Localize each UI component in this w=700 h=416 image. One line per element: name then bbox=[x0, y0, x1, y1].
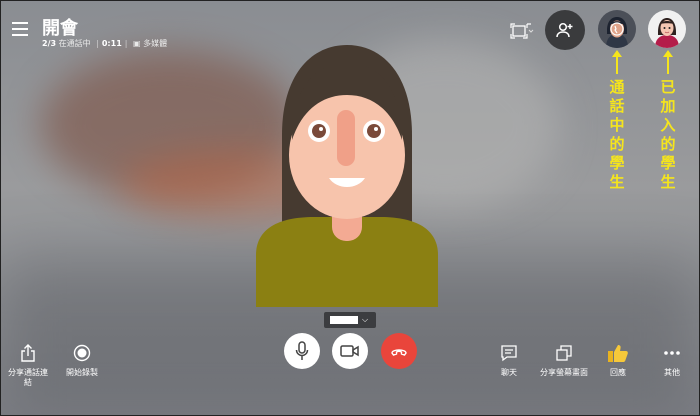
start-recording-label: 開始錄製 bbox=[66, 368, 98, 377]
add-person-icon bbox=[556, 22, 573, 38]
hamburger-menu-icon[interactable] bbox=[12, 22, 28, 36]
thumbs-up-icon bbox=[600, 344, 636, 362]
share-icon bbox=[6, 344, 50, 362]
layout-switch-icon[interactable] bbox=[510, 22, 534, 40]
chevron-down-icon: ⌵ bbox=[362, 315, 369, 324]
hang-up-button[interactable] bbox=[381, 333, 417, 369]
participant-count: 2/3 bbox=[42, 39, 57, 48]
react-button[interactable]: 回應 bbox=[600, 344, 636, 378]
chat-button[interactable]: 聊天 bbox=[492, 344, 526, 378]
annotation-arrow bbox=[663, 50, 673, 74]
meeting-title: 開會 bbox=[42, 18, 78, 39]
more-options-button[interactable]: 其他 bbox=[656, 344, 688, 378]
in-call-student-avatar[interactable] bbox=[598, 10, 636, 48]
joined-student-avatar[interactable] bbox=[648, 10, 686, 48]
share-link-label: 分享通話連結 bbox=[8, 368, 48, 387]
share-screen-label: 分享螢幕畫面 bbox=[540, 368, 588, 377]
video-call-stage: 開會 2/3 在通話中 |0:11| ▣ 多媒體 通話中的學生 已加入的學生 bbox=[0, 0, 700, 416]
add-participant-button[interactable] bbox=[545, 10, 585, 50]
call-duration: 0:11 bbox=[101, 39, 122, 48]
end-call-icon bbox=[391, 349, 407, 356]
react-label: 回應 bbox=[610, 368, 626, 377]
joined-annotation: 已加入的學生 bbox=[660, 78, 676, 191]
more-label: 其他 bbox=[664, 368, 680, 377]
share-screen-button[interactable]: 分享螢幕畫面 bbox=[540, 344, 588, 378]
speaker-avatar bbox=[256, 45, 438, 307]
record-icon bbox=[62, 344, 102, 362]
call-status: 2/3 在通話中 | 0:11 | ▣ 多媒體 bbox=[42, 39, 168, 48]
annotation-arrow bbox=[612, 50, 622, 74]
chat-icon bbox=[492, 344, 526, 362]
media-icon: ▣ bbox=[133, 39, 141, 48]
screen-share-icon bbox=[540, 344, 588, 362]
in-call-annotation: 通話中的學生 bbox=[609, 78, 625, 191]
chat-label: 聊天 bbox=[501, 368, 517, 377]
in-call-text: 在通話中 bbox=[58, 39, 91, 48]
microphone-icon bbox=[295, 341, 309, 360]
name-placeholder-bar bbox=[330, 316, 358, 324]
video-camera-icon bbox=[340, 345, 359, 357]
share-link-button[interactable]: 分享通話連結 bbox=[6, 344, 50, 388]
start-recording-button[interactable]: 開始錄製 bbox=[62, 344, 102, 378]
more-icon bbox=[656, 344, 688, 362]
microphone-button[interactable] bbox=[284, 333, 320, 369]
speaker-name-dropdown[interactable]: ⌵ bbox=[324, 312, 376, 328]
layout-text: 多媒體 bbox=[143, 39, 168, 48]
camera-button[interactable] bbox=[332, 333, 368, 369]
